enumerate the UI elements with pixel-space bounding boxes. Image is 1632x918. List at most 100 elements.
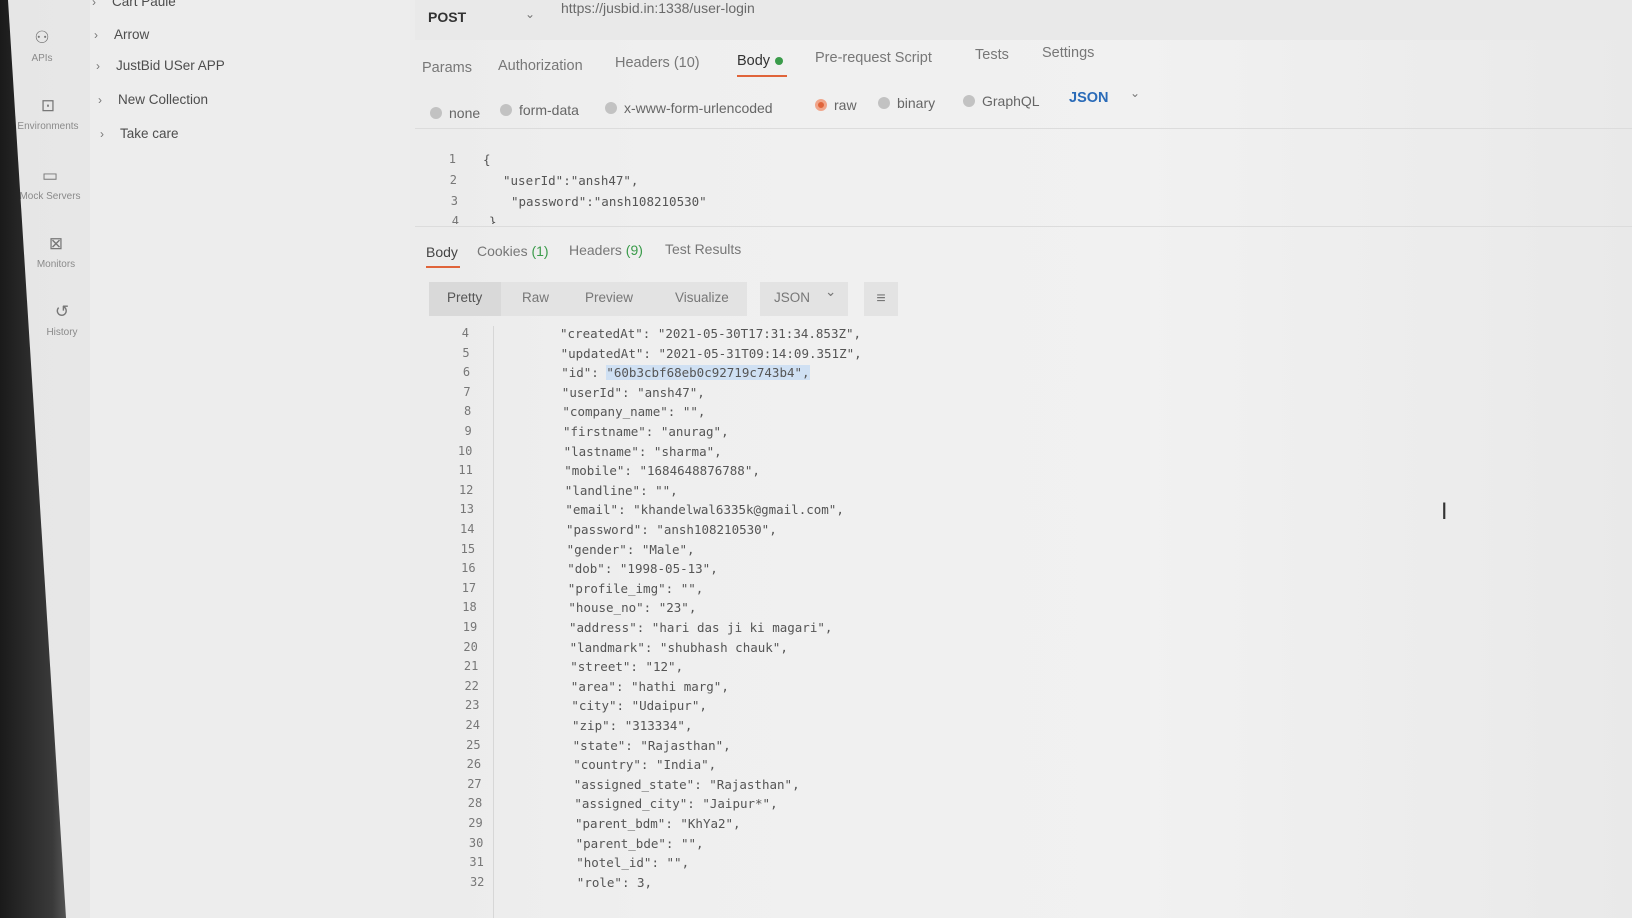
tab-settings[interactable]: Settings <box>1042 45 1094 61</box>
line-number: 19 <box>462 620 478 634</box>
method-select[interactable]: POST <box>428 9 466 25</box>
collection-item[interactable]: › JustBid USer APP <box>96 58 225 73</box>
raw-format-select[interactable]: JSON <box>1069 90 1109 106</box>
json-colon: : <box>651 855 667 871</box>
code-line: "userId":"ansh47", <box>503 173 639 188</box>
code-line: { <box>483 152 491 167</box>
json-key: "assigned_city" <box>574 796 688 812</box>
response-tabs: Body Cookies (1) Headers (9) Test Results <box>415 240 1632 270</box>
json-line: "company_name": "", <box>562 404 705 419</box>
tab-params[interactable]: Params <box>422 60 472 76</box>
sidebar-item-label: Environments <box>17 121 79 132</box>
response-tab-test-results[interactable]: Test Results <box>665 241 741 257</box>
json-line: "parent_bdm": "KhYa2", <box>575 816 741 831</box>
radio-form-data[interactable]: form-data <box>500 102 579 118</box>
code-line: "password":"ansh108210530" <box>511 194 707 209</box>
json-value: "", <box>666 855 690 871</box>
sidebar-item-apis[interactable]: ⚇ APIs <box>0 28 84 64</box>
radio-circle-icon <box>963 95 975 107</box>
line-number: 1 <box>448 152 456 166</box>
view-visualize-button[interactable]: Visualize <box>675 290 729 305</box>
chevron-down-icon[interactable]: ⌄ <box>1130 86 1140 100</box>
tab-count: (9) <box>621 242 643 258</box>
response-body[interactable]: 4 "createdAt": "2021-05-30T17:31:34.853Z"… <box>415 326 1632 918</box>
line-number: 13 <box>459 502 474 517</box>
json-value: "", <box>655 482 678 498</box>
response-toolbar: Pretty Raw Preview Visualize JSON ⌄ ≡ <box>415 282 1632 316</box>
response-tab-headers[interactable]: Headers (9) <box>569 242 643 258</box>
json-colon: : <box>636 620 652 635</box>
json-colon: : <box>667 404 683 420</box>
url-input[interactable]: https://jusbid.in:1338/user-login <box>561 0 755 16</box>
sidebar-item-monitors[interactable]: ⊠ Monitors <box>14 234 98 270</box>
json-colon: : <box>642 326 658 341</box>
radio-circle-icon <box>430 107 442 119</box>
json-colon: : <box>687 796 703 812</box>
json-key: "password" <box>566 522 642 537</box>
collection-item[interactable]: › Take care <box>100 126 179 141</box>
json-value: "anurag", <box>660 424 729 439</box>
json-line: "zip": "313334", <box>572 718 692 733</box>
json-key: "city" <box>571 698 617 714</box>
radio-raw[interactable]: raw <box>815 97 857 113</box>
line-number: 5 <box>462 345 470 360</box>
chevron-right-icon: › <box>94 28 98 42</box>
sidebar-item-mock-servers[interactable]: ▭ Mock Servers <box>8 166 92 202</box>
response-tab-cookies[interactable]: Cookies (1) <box>477 243 549 259</box>
response-tab-body[interactable]: Body <box>426 244 458 260</box>
radio-graphql[interactable]: GraphQL <box>963 93 1040 109</box>
tab-pre-request-script[interactable]: Pre-request Script <box>815 50 932 66</box>
tab-tests[interactable]: Tests <box>975 47 1009 63</box>
sidebar-item-label: Mock Servers <box>19 191 81 202</box>
tab-body[interactable]: Body <box>737 53 784 69</box>
json-value: "Male", <box>641 541 695 557</box>
tab-authorization[interactable]: Authorization <box>498 58 583 74</box>
chevron-right-icon: › <box>96 59 100 73</box>
radio-binary[interactable]: binary <box>878 95 935 111</box>
collection-item[interactable]: › New Collection <box>98 92 208 107</box>
chevron-down-icon: ⌄ <box>825 284 837 299</box>
line-number: 6 <box>462 365 471 380</box>
view-raw-button[interactable]: Raw <box>522 290 549 305</box>
code-line: } <box>489 214 497 224</box>
request-body-editor[interactable]: 1 {2 "userId":"ansh47", 3 "password":"ansh10… <box>415 148 1632 224</box>
radio-x-www-form-urlencoded[interactable]: x-www-form-urlencoded <box>605 100 773 116</box>
json-key: "role" <box>576 874 622 890</box>
sidebar-item-label: History <box>46 327 78 338</box>
json-colon: : <box>638 443 654 459</box>
view-preview-button[interactable]: Preview <box>585 290 633 305</box>
json-key: "company_name" <box>562 404 668 420</box>
json-line: "city": "Udaipur", <box>571 698 706 713</box>
sidebar-item-label: APIs <box>31 53 53 64</box>
json-line: "gender": "Male", <box>567 542 695 557</box>
request-tabs: Params Authorization Headers (10) Body Pre-r… <box>415 42 1632 82</box>
radio-none[interactable]: none <box>430 105 480 121</box>
sidebar-item-environments[interactable]: ⊡ Environments <box>6 96 90 132</box>
line-number: 9 <box>464 424 472 438</box>
json-key: "mobile" <box>564 463 625 479</box>
json-key: "firstname" <box>563 424 646 439</box>
radio-label: none <box>449 105 481 121</box>
json-colon: : <box>616 698 632 714</box>
json-line: "firstname": "anurag", <box>563 424 729 439</box>
json-colon: : <box>622 384 638 400</box>
json-colon: : <box>645 424 661 439</box>
collection-item[interactable]: › Arrow <box>94 27 149 42</box>
json-value: "India", <box>655 757 717 773</box>
line-number: 21 <box>463 659 479 674</box>
radio-label: binary <box>897 95 936 111</box>
json-colon: : <box>643 600 659 616</box>
tab-headers-10[interactable]: Headers (10) <box>615 55 700 71</box>
json-key: "country" <box>573 757 641 773</box>
json-line: "landline": "", <box>565 483 678 498</box>
json-line: "landmark": "shubhash chauk", <box>570 640 788 655</box>
wrap-lines-icon[interactable]: ≡ <box>864 282 898 316</box>
divider <box>415 226 1632 227</box>
radio-circle-icon <box>878 97 890 109</box>
collection-item[interactable]: › Cart Paule <box>92 0 176 9</box>
json-value: "23", <box>658 600 697 616</box>
line-number: 16 <box>461 561 476 576</box>
view-pretty-button[interactable]: Pretty <box>447 290 482 305</box>
chevron-down-icon[interactable]: ⌄ <box>525 7 535 21</box>
tab-label: Body <box>426 244 458 260</box>
